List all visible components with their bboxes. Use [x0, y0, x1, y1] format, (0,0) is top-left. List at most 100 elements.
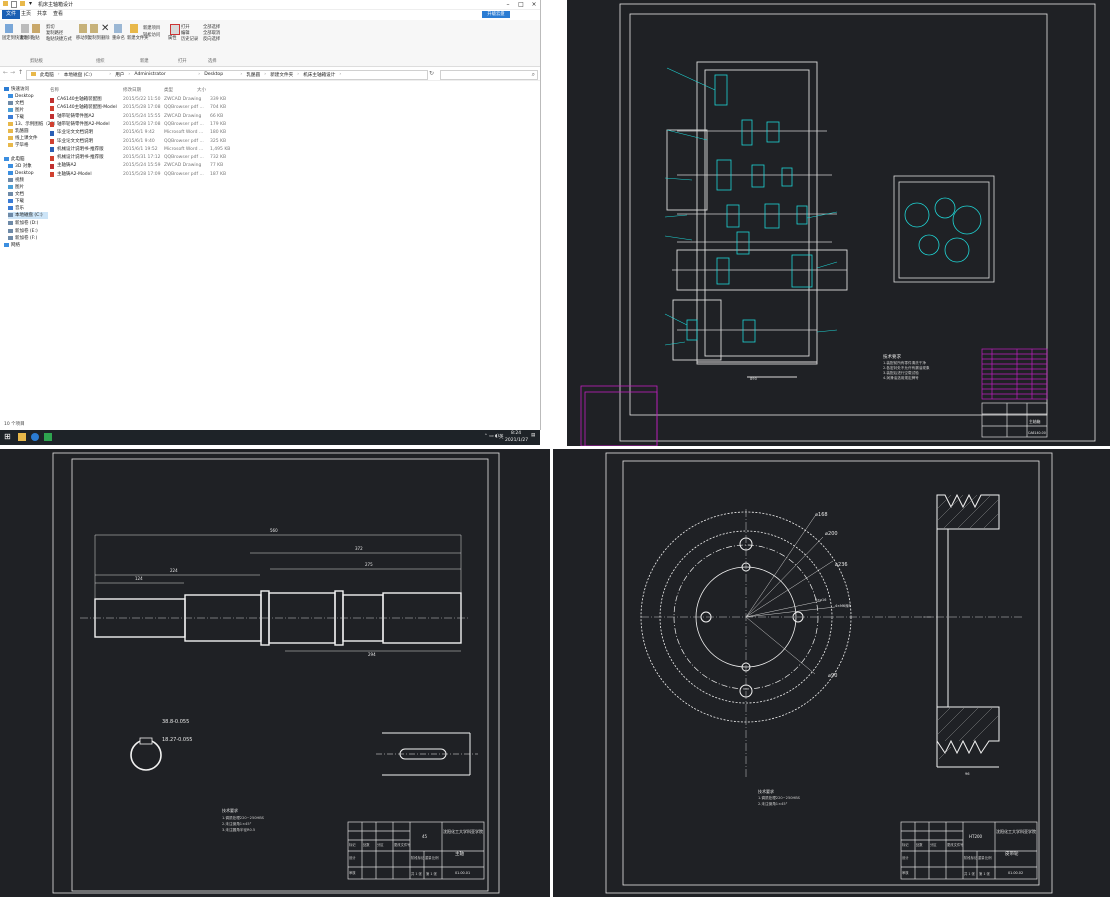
nav-item[interactable]: 线上课文件: [8, 135, 38, 142]
nav-item[interactable]: 乳酪圆: [8, 128, 29, 135]
copy-button[interactable]: 复制: [20, 35, 29, 41]
nav-item[interactable]: 图片: [8, 107, 24, 114]
title-block-label: 审核: [902, 870, 909, 875]
up-icon[interactable]: ↑: [18, 69, 23, 76]
breadcrumb-item[interactable]: 此电脑: [40, 72, 54, 78]
column-header-name[interactable]: 名称: [50, 87, 59, 93]
nav-item[interactable]: 本地磁盘 (C:): [8, 212, 48, 219]
file-explorer-taskbar-icon[interactable]: [18, 433, 26, 441]
paste-button[interactable]: 粘贴: [31, 35, 40, 41]
tray-icons[interactable]: ⌃ ▭ ◖): [484, 434, 499, 439]
nav-item[interactable]: 3D 对象: [8, 163, 32, 170]
shaft-dimension: 275: [365, 562, 373, 567]
back-icon[interactable]: ←: [3, 69, 8, 76]
breadcrumb-item[interactable]: 乳酪圆: [246, 72, 260, 78]
nav-item[interactable]: 快速访问: [4, 86, 29, 93]
delete-button[interactable]: 删除: [101, 35, 110, 41]
nav-item[interactable]: 网络: [4, 242, 20, 249]
new-item-button[interactable]: 新建项目: [143, 25, 160, 31]
nav-item[interactable]: 下载: [8, 114, 24, 121]
file-row[interactable]: 机械设计说明书-推荐版 2015/6/1 19:52 Microsoft Word …: [48, 146, 230, 154]
breadcrumb-item[interactable]: Administrator: [134, 72, 165, 77]
nav-item[interactable]: 文档: [8, 100, 24, 107]
breadcrumb-separator-icon[interactable]: ›: [297, 72, 299, 77]
nav-item[interactable]: 新加卷 (E:): [8, 228, 38, 235]
easy-access-button[interactable]: 轻松访问: [143, 32, 160, 38]
rename-button[interactable]: 重命名: [112, 35, 125, 41]
breadcrumb-separator-icon[interactable]: ›: [128, 72, 130, 77]
clock-time[interactable]: 8:24: [511, 431, 521, 436]
pin-icon: [5, 24, 13, 33]
search-input[interactable]: ⌕: [440, 70, 538, 80]
input-language[interactable]: 英: [499, 434, 504, 440]
status-text: 10 个项目: [4, 422, 25, 427]
file-row[interactable]: CA6140主轴箱装配图 2015/5/22 11:50 ZWCAD Drawing…: [48, 96, 228, 104]
nav-item[interactable]: 下载: [8, 198, 24, 205]
app-taskbar-icon[interactable]: [44, 433, 52, 441]
new-folder-icon: [130, 24, 138, 33]
clock-date[interactable]: 2021/1/27: [505, 438, 528, 443]
breadcrumb-separator-icon[interactable]: ›: [109, 72, 111, 77]
breadcrumb-separator-icon[interactable]: ›: [58, 72, 60, 77]
nav-item[interactable]: 图片: [8, 184, 24, 191]
close-button[interactable]: ×: [528, 0, 540, 9]
file-name: 毕业论文文档说明: [57, 130, 93, 136]
column-header-size[interactable]: 大小: [197, 87, 206, 93]
file-row[interactable]: 毕业论文文档说明 2015/6/1 9:40 QQBrowser pdf ... 32…: [48, 138, 228, 146]
browser-taskbar-icon[interactable]: [31, 433, 39, 441]
drive-icon: [8, 212, 13, 217]
nav-item[interactable]: 视频: [8, 177, 24, 184]
new-folder-icon[interactable]: [20, 1, 25, 6]
nav-item[interactable]: 此电脑: [4, 156, 25, 163]
properties-button[interactable]: 属性: [168, 35, 177, 41]
breadcrumb-separator-icon[interactable]: ›: [240, 72, 242, 77]
upgrade-cloud-button[interactable]: 升级云盘: [482, 11, 510, 18]
breadcrumb-separator-icon[interactable]: ›: [198, 72, 200, 77]
file-date: 2015/5/28 17:08: [123, 105, 161, 111]
minimize-button[interactable]: –: [502, 0, 514, 9]
file-row[interactable]: CA6140主轴箱装配图-Model 2015/5/28 17:08 QQBrows…: [48, 104, 228, 112]
windows-start-icon[interactable]: ⊞: [4, 433, 11, 441]
invert-selection-button[interactable]: 反向选择: [203, 36, 220, 42]
file-size: 180 KB: [210, 130, 227, 136]
search-icon: ⌕: [531, 71, 535, 78]
nav-item[interactable]: 新加卷 (D:): [8, 220, 38, 227]
nav-item[interactable]: 音乐: [8, 205, 24, 212]
nav-item[interactable]: 文档: [8, 191, 24, 198]
breadcrumb-item[interactable]: 机床主轴箱设计: [303, 72, 335, 78]
notification-icon[interactable]: ▤: [531, 433, 535, 438]
cube-icon: [8, 163, 13, 168]
file-row[interactable]: 机械设计说明书-推荐版 2015/5/31 17:12 QQBrowser pdf …: [48, 154, 228, 162]
file-row[interactable]: 主轴铸A2-Model 2015/5/28 17:09 QQBrowser pdf …: [48, 171, 228, 179]
move-to-button[interactable]: 移动到: [76, 35, 89, 41]
nav-item[interactable]: 学毕格: [8, 142, 29, 149]
customize-toolbar-icon[interactable]: ▾: [29, 0, 32, 7]
breadcrumb-item[interactable]: 新建文件夹: [270, 72, 293, 78]
file-row[interactable]: 轴带轮铸零件图A2-Model 2015/5/28 17:08 QQBrowser …: [48, 121, 228, 129]
breadcrumb-separator-icon[interactable]: ›: [339, 72, 341, 77]
maximize-button[interactable]: □: [515, 0, 527, 9]
pulley-material: HT200: [969, 834, 983, 839]
tab-view[interactable]: 查看: [49, 10, 67, 19]
shaft-tech-note: 3.未注圆角半径R0.5: [222, 827, 255, 832]
nav-item[interactable]: Desktop: [8, 93, 34, 100]
shaft-tech-note: 2.未注倒角1×45°: [222, 821, 252, 826]
breadcrumb-item[interactable]: Desktop: [204, 72, 223, 77]
breadcrumb-item[interactable]: 本地磁盘 (C:): [64, 72, 92, 78]
copy-to-button[interactable]: 复制到: [88, 35, 101, 41]
file-row[interactable]: 轴带轮铸零件图A2 2015/5/24 15:55 ZWCAD Drawing 66 …: [48, 113, 228, 121]
breadcrumb-separator-icon[interactable]: ›: [264, 72, 266, 77]
file-row[interactable]: 毕业论文文档说明 2015/6/1 9:42 Microsoft Word ... 1…: [48, 129, 228, 137]
nav-item[interactable]: 新加卷 (F:): [8, 235, 37, 242]
refresh-icon[interactable]: ↻: [429, 70, 434, 77]
paste-shortcut-button[interactable]: 粘贴快捷方式: [46, 36, 72, 42]
history-button[interactable]: 历史记录: [181, 36, 198, 42]
address-bar[interactable]: 此电脑 › 本地磁盘 (C:) › 用户 › Administrator › Desktop › 乳…: [26, 70, 428, 80]
column-header-type[interactable]: 类型: [164, 87, 173, 93]
nav-item[interactable]: Desktop: [8, 170, 34, 177]
breadcrumb-item[interactable]: 用户: [115, 72, 124, 78]
forward-icon[interactable]: →: [10, 69, 15, 76]
quick-access-properties-icon[interactable]: [11, 1, 17, 8]
file-row[interactable]: 主轴铸A2 2015/5/24 15:59 ZWCAD Drawing 77 KB: [48, 162, 228, 170]
column-header-date[interactable]: 修改日期: [123, 87, 141, 93]
